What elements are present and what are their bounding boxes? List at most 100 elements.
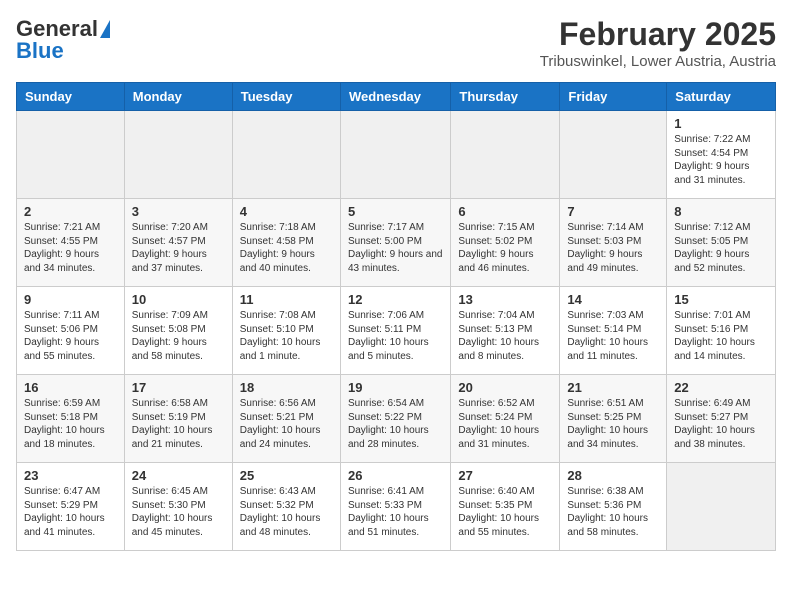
day-cell xyxy=(232,111,340,199)
day-number: 10 xyxy=(132,292,225,307)
day-number: 22 xyxy=(674,380,768,395)
week-row-4: 16 Sunrise: 6:59 AM Sunset: 5:18 PM Dayli… xyxy=(17,375,776,463)
day-cell: 18 Sunrise: 6:56 AM Sunset: 5:21 PM Dayli… xyxy=(232,375,340,463)
day-cell: 12 Sunrise: 7:06 AM Sunset: 5:11 PM Dayli… xyxy=(340,287,450,375)
day-cell: 21 Sunrise: 6:51 AM Sunset: 5:25 PM Dayli… xyxy=(560,375,667,463)
day-number: 8 xyxy=(674,204,768,219)
day-cell: 2 Sunrise: 7:21 AM Sunset: 4:55 PM Daylig… xyxy=(17,199,125,287)
calendar-header: SundayMondayTuesdayWednesdayThursdayFrid… xyxy=(17,83,776,111)
day-info: Sunrise: 6:49 AM Sunset: 5:27 PM Dayligh… xyxy=(674,397,768,451)
dow-header-wednesday: Wednesday xyxy=(340,83,450,111)
day-number: 21 xyxy=(567,380,659,395)
day-number: 20 xyxy=(458,380,552,395)
day-info: Sunrise: 6:56 AM Sunset: 5:21 PM Dayligh… xyxy=(240,397,333,451)
day-number: 6 xyxy=(458,204,552,219)
day-cell: 16 Sunrise: 6:59 AM Sunset: 5:18 PM Dayli… xyxy=(17,375,125,463)
day-number: 4 xyxy=(240,204,333,219)
day-cell: 1 Sunrise: 7:22 AM Sunset: 4:54 PM Daylig… xyxy=(667,111,776,199)
day-info: Sunrise: 7:01 AM Sunset: 5:16 PM Dayligh… xyxy=(674,309,768,363)
dow-header-saturday: Saturday xyxy=(667,83,776,111)
calendar-title: February 2025 xyxy=(540,16,776,53)
day-info: Sunrise: 7:20 AM Sunset: 4:57 PM Dayligh… xyxy=(132,221,225,275)
day-cell: 28 Sunrise: 6:38 AM Sunset: 5:36 PM Dayli… xyxy=(560,463,667,551)
day-info: Sunrise: 6:58 AM Sunset: 5:19 PM Dayligh… xyxy=(132,397,225,451)
day-cell: 26Sunrise: 6:41 AM Sunset: 5:33 PM Dayli… xyxy=(340,463,450,551)
day-info: Sunrise: 7:17 AM Sunset: 5:00 PM Dayligh… xyxy=(348,221,443,275)
day-info: Sunrise: 6:59 AM Sunset: 5:18 PM Dayligh… xyxy=(24,397,117,451)
day-cell xyxy=(17,111,125,199)
dow-header-monday: Monday xyxy=(124,83,232,111)
dow-header-sunday: Sunday xyxy=(17,83,125,111)
day-cell: 23 Sunrise: 6:47 AM Sunset: 5:29 PM Dayli… xyxy=(17,463,125,551)
day-info: Sunrise: 7:22 AM Sunset: 4:54 PM Dayligh… xyxy=(674,133,768,187)
day-cell: 3 Sunrise: 7:20 AM Sunset: 4:57 PM Daylig… xyxy=(124,199,232,287)
day-info: Sunrise: 7:04 AM Sunset: 5:13 PM Dayligh… xyxy=(458,309,552,363)
day-number: 27 xyxy=(458,468,552,483)
day-cell: 14 Sunrise: 7:03 AM Sunset: 5:14 PM Dayli… xyxy=(560,287,667,375)
day-cell: 6Sunrise: 7:15 AM Sunset: 5:02 PM Daylig… xyxy=(451,199,560,287)
week-row-5: 23 Sunrise: 6:47 AM Sunset: 5:29 PM Dayli… xyxy=(17,463,776,551)
day-info: Sunrise: 6:47 AM Sunset: 5:29 PM Dayligh… xyxy=(24,485,117,539)
day-number: 1 xyxy=(674,116,768,131)
day-info: Sunrise: 6:51 AM Sunset: 5:25 PM Dayligh… xyxy=(567,397,659,451)
day-number: 24 xyxy=(132,468,225,483)
day-info: Sunrise: 7:06 AM Sunset: 5:11 PM Dayligh… xyxy=(348,309,443,363)
day-cell: 15 Sunrise: 7:01 AM Sunset: 5:16 PM Dayli… xyxy=(667,287,776,375)
day-cell: 25 Sunrise: 6:43 AM Sunset: 5:32 PM Dayli… xyxy=(232,463,340,551)
day-info: Sunrise: 6:45 AM Sunset: 5:30 PM Dayligh… xyxy=(132,485,225,539)
day-cell: 22 Sunrise: 6:49 AM Sunset: 5:27 PM Dayli… xyxy=(667,375,776,463)
day-number: 19 xyxy=(348,380,443,395)
week-row-3: 9 Sunrise: 7:11 AM Sunset: 5:06 PM Daylig… xyxy=(17,287,776,375)
week-row-2: 2 Sunrise: 7:21 AM Sunset: 4:55 PM Daylig… xyxy=(17,199,776,287)
day-cell: 11 Sunrise: 7:08 AM Sunset: 5:10 PM Dayli… xyxy=(232,287,340,375)
day-cell xyxy=(340,111,450,199)
day-number: 12 xyxy=(348,292,443,307)
day-number: 25 xyxy=(240,468,333,483)
day-info: Sunrise: 7:08 AM Sunset: 5:10 PM Dayligh… xyxy=(240,309,333,363)
day-cell: 8Sunrise: 7:12 AM Sunset: 5:05 PM Daylig… xyxy=(667,199,776,287)
day-number: 15 xyxy=(674,292,768,307)
day-info: Sunrise: 7:11 AM Sunset: 5:06 PM Dayligh… xyxy=(24,309,117,363)
day-number: 28 xyxy=(567,468,659,483)
day-cell: 17 Sunrise: 6:58 AM Sunset: 5:19 PM Dayli… xyxy=(124,375,232,463)
day-number: 3 xyxy=(132,204,225,219)
day-number: 11 xyxy=(240,292,333,307)
calendar-body: 1 Sunrise: 7:22 AM Sunset: 4:54 PM Daylig… xyxy=(17,111,776,551)
day-cell: 13 Sunrise: 7:04 AM Sunset: 5:13 PM Dayli… xyxy=(451,287,560,375)
day-number: 23 xyxy=(24,468,117,483)
day-info: Sunrise: 7:03 AM Sunset: 5:14 PM Dayligh… xyxy=(567,309,659,363)
day-cell: 19 Sunrise: 6:54 AM Sunset: 5:22 PM Dayli… xyxy=(340,375,450,463)
day-info: Sunrise: 7:21 AM Sunset: 4:55 PM Dayligh… xyxy=(24,221,117,275)
day-number: 14 xyxy=(567,292,659,307)
logo-triangle-icon xyxy=(100,20,110,38)
day-info: Sunrise: 7:18 AM Sunset: 4:58 PM Dayligh… xyxy=(240,221,333,275)
day-info: Sunrise: 6:43 AM Sunset: 5:32 PM Dayligh… xyxy=(240,485,333,539)
day-info: Sunrise: 6:52 AM Sunset: 5:24 PM Dayligh… xyxy=(458,397,552,451)
day-cell: 5Sunrise: 7:17 AM Sunset: 5:00 PM Daylig… xyxy=(340,199,450,287)
day-number: 13 xyxy=(458,292,552,307)
day-number: 9 xyxy=(24,292,117,307)
page-header: General Blue February 2025 Tribuswinkel,… xyxy=(16,16,776,70)
day-number: 17 xyxy=(132,380,225,395)
day-number: 2 xyxy=(24,204,117,219)
day-cell: 4 Sunrise: 7:18 AM Sunset: 4:58 PM Daylig… xyxy=(232,199,340,287)
day-cell: 27 Sunrise: 6:40 AM Sunset: 5:35 PM Dayli… xyxy=(451,463,560,551)
day-info: Sunrise: 7:09 AM Sunset: 5:08 PM Dayligh… xyxy=(132,309,225,363)
day-number: 26 xyxy=(348,468,443,483)
day-cell: 24 Sunrise: 6:45 AM Sunset: 5:30 PM Dayli… xyxy=(124,463,232,551)
day-cell xyxy=(560,111,667,199)
day-number: 16 xyxy=(24,380,117,395)
day-number: 18 xyxy=(240,380,333,395)
dow-header-friday: Friday xyxy=(560,83,667,111)
day-info: Sunrise: 6:54 AM Sunset: 5:22 PM Dayligh… xyxy=(348,397,443,451)
calendar-subtitle: Tribuswinkel, Lower Austria, Austria xyxy=(540,53,776,70)
day-info: Sunrise: 6:40 AM Sunset: 5:35 PM Dayligh… xyxy=(458,485,552,539)
day-cell xyxy=(124,111,232,199)
week-row-1: 1 Sunrise: 7:22 AM Sunset: 4:54 PM Daylig… xyxy=(17,111,776,199)
day-cell: 20 Sunrise: 6:52 AM Sunset: 5:24 PM Dayli… xyxy=(451,375,560,463)
day-info: Sunrise: 7:14 AM Sunset: 5:03 PM Dayligh… xyxy=(567,221,659,275)
logo-blue: Blue xyxy=(16,38,64,64)
title-block: February 2025 Tribuswinkel, Lower Austri… xyxy=(540,16,776,70)
dow-header-thursday: Thursday xyxy=(451,83,560,111)
day-info: Sunrise: 6:38 AM Sunset: 5:36 PM Dayligh… xyxy=(567,485,659,539)
